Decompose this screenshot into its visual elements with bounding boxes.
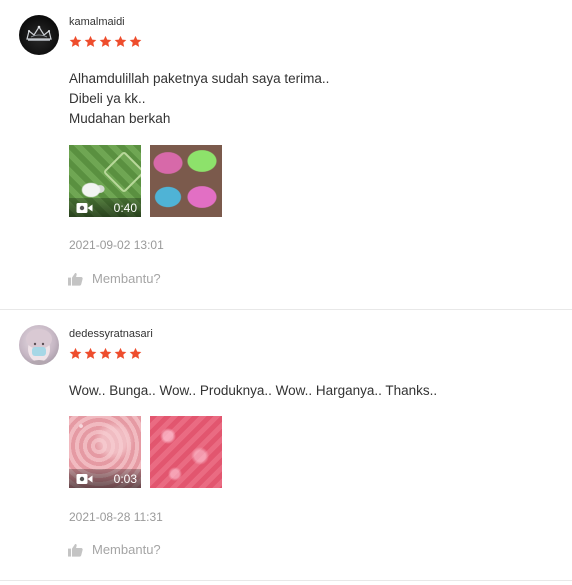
review-item: kamalmaidi Alhamdulillah paketnya sudah … — [0, 0, 572, 310]
video-overlay: 0:03 — [69, 469, 141, 488]
star-icon — [129, 35, 142, 47]
review-comment: Alhamdulillah paketnya sudah saya terima… — [69, 69, 329, 129]
review-comment: Wow.. Bunga.. Wow.. Produknya.. Wow.. Ha… — [69, 381, 437, 401]
review-item: dedessyratnasari Wow.. Bunga.. Wow.. Pro… — [0, 310, 572, 581]
star-icon — [69, 35, 82, 47]
photo-thumbnail[interactable] — [150, 145, 222, 217]
video-thumbnail[interactable]: 0:03 — [69, 416, 141, 488]
username[interactable]: dedessyratnasari — [69, 328, 153, 340]
video-duration: 0:40 — [113, 200, 137, 215]
video-overlay: 0:40 — [69, 198, 141, 217]
comment-line: Alhamdulillah paketnya sudah saya terima… — [69, 71, 330, 86]
star-icon — [114, 35, 127, 47]
helpful-button[interactable]: Membantu? — [68, 542, 161, 557]
thumbs-up-icon — [68, 543, 83, 557]
star-icon — [99, 347, 112, 359]
star-icon — [84, 35, 97, 47]
review-date: 2021-09-02 13:01 — [69, 238, 164, 252]
video-camera-icon — [76, 202, 93, 213]
photo-thumbnail[interactable] — [150, 416, 222, 488]
review-media: 0:40 — [69, 145, 222, 217]
thumbs-up-icon — [68, 272, 83, 286]
comment-line: Mudahan berkah — [69, 111, 171, 126]
star-icon — [99, 35, 112, 47]
star-icon — [114, 347, 127, 359]
avatar[interactable] — [19, 15, 59, 55]
username[interactable]: kamalmaidi — [69, 16, 125, 28]
helpful-label: Membantu? — [92, 542, 161, 557]
crown-icon — [26, 25, 52, 41]
video-camera-icon — [76, 473, 93, 484]
star-icon — [84, 347, 97, 359]
helpful-button[interactable]: Membantu? — [68, 271, 161, 286]
video-thumbnail[interactable]: 0:40 — [69, 145, 141, 217]
comment-line: Dibeli ya kk.. — [69, 91, 146, 106]
star-rating — [69, 347, 142, 360]
profile-photo-icon — [25, 329, 53, 365]
avatar[interactable] — [19, 325, 59, 365]
star-icon — [129, 347, 142, 359]
star-icon — [69, 347, 82, 359]
comment-line: Wow.. Bunga.. Wow.. Produknya.. Wow.. Ha… — [69, 383, 438, 398]
review-media: 0:03 — [69, 416, 222, 488]
star-rating — [69, 35, 142, 48]
video-duration: 0:03 — [113, 471, 137, 486]
helpful-label: Membantu? — [92, 271, 161, 286]
review-date: 2021-08-28 11:31 — [69, 510, 163, 524]
